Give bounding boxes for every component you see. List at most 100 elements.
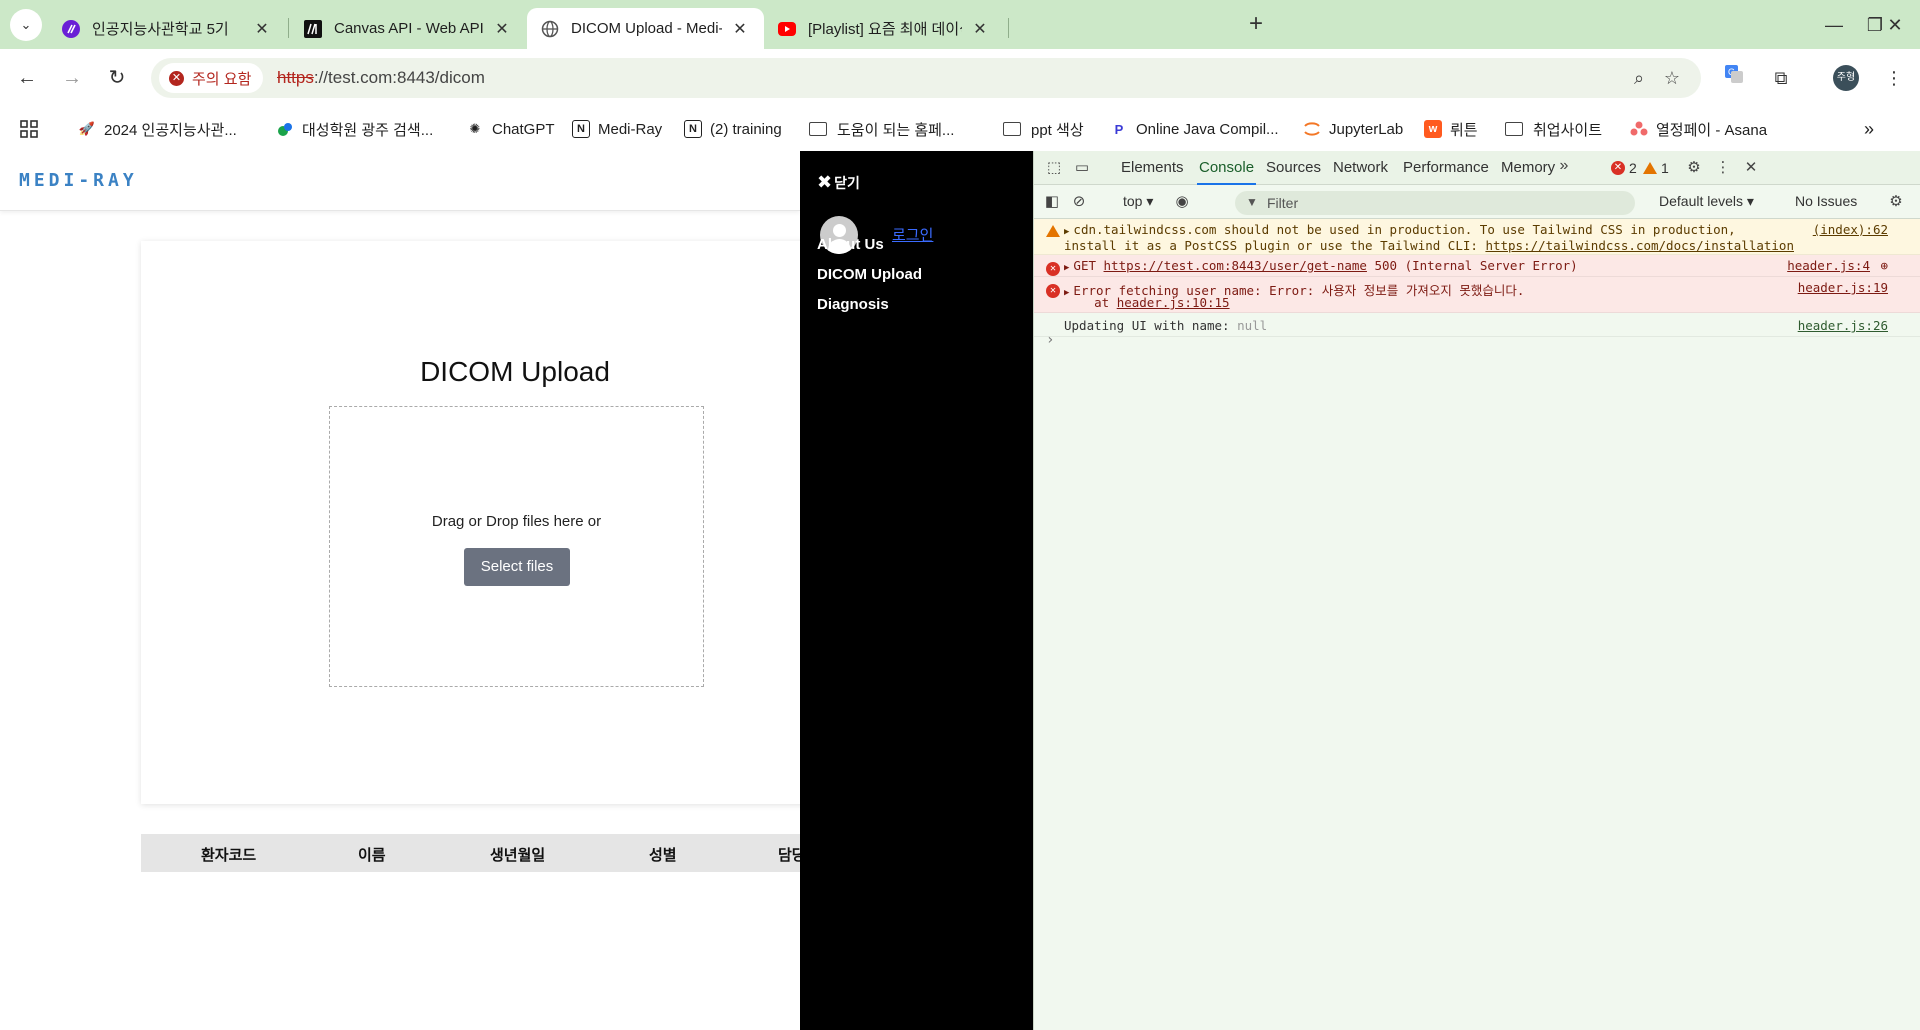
reload-button[interactable]: ↻ [100, 61, 134, 95]
minimize-button[interactable]: — [1814, 10, 1854, 40]
console-error[interactable]: ✕ ▶ Error fetching user name: Error: 사용자 … [1034, 277, 1920, 313]
star-icon[interactable]: ☆ [1661, 68, 1683, 90]
inspect-element-icon[interactable]: ⬚ [1044, 158, 1064, 178]
warning-circle-icon: ✕ [169, 70, 184, 86]
drawer-close-button[interactable]: ✖ 닫기 [817, 172, 860, 193]
message-link[interactable]: https://test.com:8443/user/get-name [1104, 258, 1367, 273]
drawer-close-label: 닫기 [834, 174, 860, 191]
bookmark-folder[interactable]: 취업사이트 [1505, 117, 1602, 141]
url-text[interactable]: https://test.com:8443/dicom [277, 68, 485, 88]
source-link[interactable]: (index):62 [1813, 222, 1888, 237]
bookmark-folder[interactable]: ppt 색상 [1003, 117, 1084, 141]
message-link[interactable]: header.js:10:15 [1117, 295, 1230, 310]
source-link[interactable]: header.js:26 [1798, 318, 1888, 333]
console-filter-input[interactable]: ▼ Filter [1235, 191, 1635, 215]
more-tabs-icon[interactable]: » [1554, 157, 1574, 177]
console-log[interactable]: Updating UI with name: null header.js:26 [1034, 313, 1920, 337]
zoom-icon[interactable]: ⌕ [1628, 68, 1650, 90]
log-levels-select[interactable]: Default levels ▾ [1659, 193, 1754, 210]
tab-sources[interactable]: Sources [1264, 151, 1323, 185]
error-counter[interactable]: ✕ 2 [1611, 160, 1637, 176]
bookmark-label: (2) training [710, 120, 782, 138]
tab-performance[interactable]: Performance [1401, 151, 1491, 185]
more-menu-icon[interactable]: ⋮ [1713, 158, 1733, 178]
console-prompt-chevron-icon[interactable]: › [1046, 332, 1054, 348]
bookmark-item[interactable]: 🚀 2024 인공지능사관... [78, 117, 237, 141]
back-button[interactable]: ← [10, 61, 44, 95]
close-devtools-icon[interactable]: ✕ [1741, 158, 1761, 178]
message-link[interactable]: https://tailwindcss.com/docs/installatio… [1485, 238, 1794, 253]
close-icon[interactable]: ✕ [492, 19, 512, 39]
bookmark-item[interactable]: JupyterLab [1303, 117, 1403, 141]
eye-icon[interactable]: ◉ [1172, 192, 1192, 212]
tab-elements[interactable]: Elements [1119, 151, 1186, 185]
sidebar-toggle-icon[interactable]: ◧ [1042, 192, 1062, 212]
forward-button[interactable]: → [55, 61, 89, 95]
window-close-button[interactable]: ✕ [1870, 10, 1920, 40]
browser-tabstrip: ⌄ 인공지능사관학교 5기 ✕ Canvas API - Web APIs | … [0, 0, 1920, 49]
source-link[interactable]: header.js:19 [1798, 280, 1888, 295]
browser-tab[interactable]: 인공지능사관학교 5기 ✕ [48, 8, 286, 49]
bookmark-folder[interactable]: 도움이 되는 홈페... [809, 117, 954, 141]
tab-separator [288, 18, 289, 38]
source-link[interactable]: header.js:4 [1787, 258, 1870, 273]
bookmark-item[interactable]: ✺ ChatGPT [466, 117, 555, 141]
drawer-item-diagnosis[interactable]: Diagnosis [817, 296, 889, 313]
console-warning[interactable]: ▶ cdn.tailwindcss.com should not be used … [1034, 219, 1920, 255]
tab-network[interactable]: Network [1331, 151, 1390, 185]
select-files-button[interactable]: Select files [464, 548, 570, 586]
tab-console[interactable]: Console [1197, 151, 1257, 185]
settings-gear-icon[interactable]: ⚙ [1684, 158, 1704, 178]
translate-icon[interactable]: G [1720, 64, 1748, 92]
context-select[interactable]: top ▾ [1123, 193, 1153, 210]
login-link[interactable]: 로그인 [892, 224, 933, 245]
message-text: Updating UI with name: [1064, 318, 1238, 333]
issues-button[interactable]: No Issues [1795, 193, 1857, 209]
bookmark-item[interactable]: P Online Java Compil... [1110, 117, 1279, 141]
bookmark-item[interactable]: w 뤼튼 [1424, 117, 1478, 141]
more-bookmarks-icon[interactable]: » [1864, 117, 1874, 141]
bookmark-label: 대성학원 광주 검색... [302, 121, 434, 139]
bookmark-item[interactable]: 대성학원 광주 검색... [276, 117, 433, 141]
network-icon[interactable]: ⊕ [1880, 258, 1888, 273]
wrtn-icon: w [1424, 120, 1442, 138]
warning-icon [1046, 225, 1064, 240]
expand-caret-icon[interactable]: ▶ [1064, 263, 1069, 273]
warning-icon [1643, 162, 1657, 174]
file-dropzone[interactable]: Drag or Drop files here or Select files [329, 406, 704, 687]
browser-tab-active[interactable]: DICOM Upload - Medi-Ray ✕ [527, 8, 764, 49]
extensions-icon[interactable]: ⧉ [1767, 64, 1795, 92]
avatar[interactable]: 주형 [1833, 65, 1859, 91]
bookmark-label: 도움이 되는 홈페... [837, 121, 955, 139]
drawer-item-about[interactable]: About Us [817, 236, 884, 253]
security-chip[interactable]: ✕ 주의 요함 [159, 63, 264, 93]
clear-console-icon[interactable]: ⊘ [1069, 192, 1089, 212]
new-tab-button[interactable]: + [1242, 11, 1270, 39]
tab-search-button[interactable]: ⌄ [10, 9, 42, 41]
close-icon[interactable]: ✕ [730, 19, 750, 39]
asana-icon [1630, 120, 1648, 138]
bookmarks-bar: 🚀 2024 인공지능사관... 대성학원 광주 검색... ✺ ChatGPT… [0, 107, 1920, 151]
column-header: 담당 [778, 847, 800, 864]
tab-memory[interactable]: Memory [1499, 151, 1557, 185]
console-settings-icon[interactable]: ⚙ [1886, 192, 1906, 212]
notion-icon: N [684, 120, 702, 138]
browser-tab[interactable]: Canvas API - Web APIs | MDN ✕ [290, 8, 526, 49]
warning-counter[interactable]: 1 [1643, 160, 1669, 176]
browser-tab[interactable]: [Playlist] 요즘 최애 데이식스 🎹 ✕ [764, 8, 1004, 49]
console-error[interactable]: ✕ ▶ GET https://test.com:8443/user/get-na… [1034, 255, 1920, 277]
bookmark-item[interactable]: N Medi-Ray [572, 117, 662, 141]
expand-caret-icon[interactable]: ▶ [1064, 227, 1069, 237]
column-header: 성별 [649, 847, 677, 864]
drawer-item-dicom-upload[interactable]: DICOM Upload [817, 266, 922, 283]
device-toolbar-icon[interactable]: ▭ [1072, 158, 1092, 178]
address-bar[interactable]: ✕ 주의 요함 https://test.com:8443/dicom ⌕ ☆ [151, 58, 1701, 98]
bookmark-item[interactable]: N (2) training [684, 117, 782, 141]
more-menu-icon[interactable]: ⋮ [1880, 64, 1908, 92]
devtools-tabbar: ⬚ ▭ Elements Console Sources Network Per… [1034, 151, 1920, 185]
apps-grid-icon[interactable] [20, 117, 38, 141]
bookmark-item[interactable]: 열정페이 - Asana [1630, 117, 1767, 141]
site-logo[interactable]: MEDI-RAY [19, 170, 138, 191]
close-icon[interactable]: ✕ [970, 19, 990, 39]
close-icon[interactable]: ✕ [252, 19, 272, 39]
